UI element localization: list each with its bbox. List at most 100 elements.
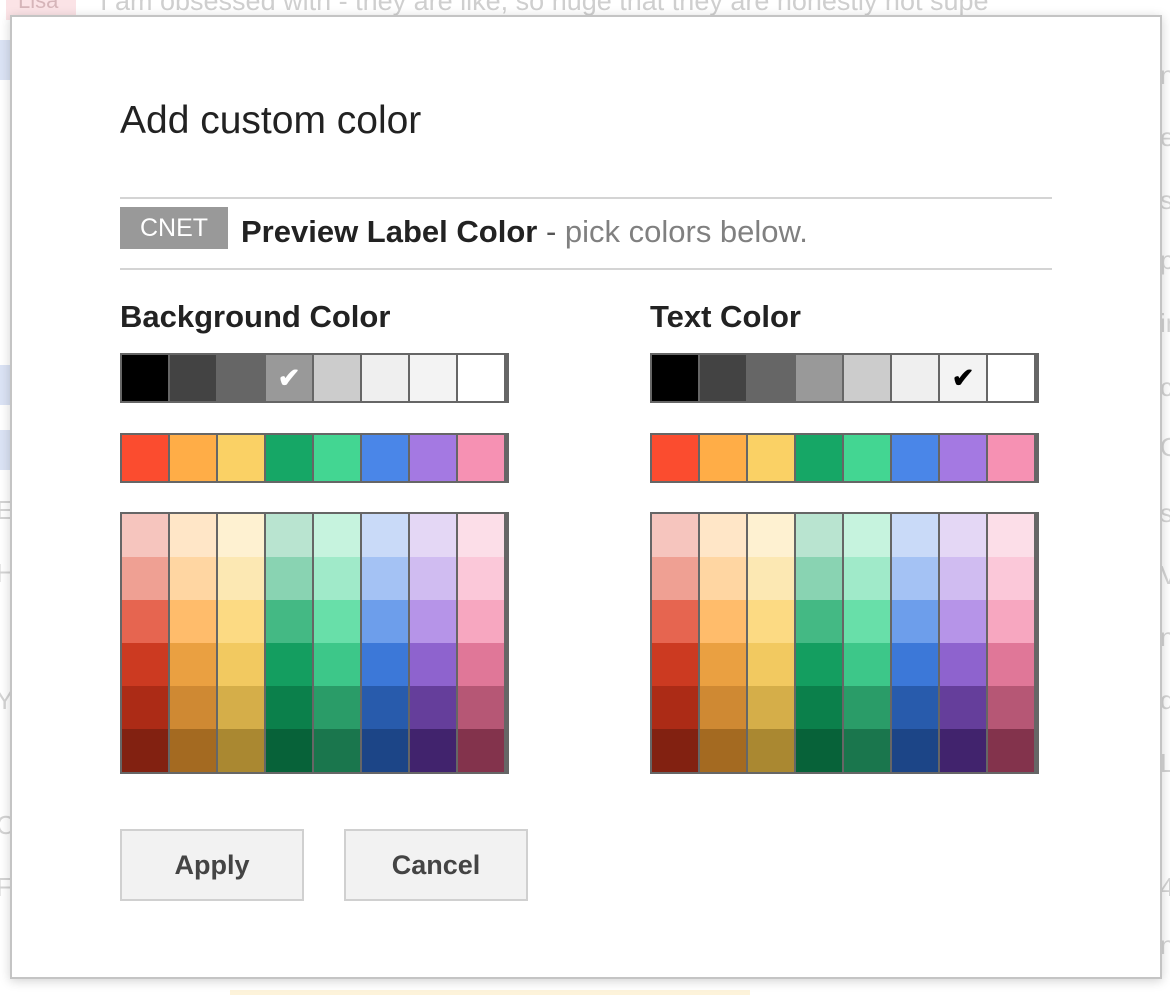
background-swatch-gray-3[interactable]	[218, 355, 264, 401]
text-swatch-tint-3-6[interactable]	[748, 729, 794, 772]
background-swatch-tint-5-1[interactable]	[314, 514, 360, 557]
background-swatch-gray-2[interactable]	[170, 355, 216, 401]
background-swatch-tint-2-4[interactable]	[170, 643, 216, 686]
text-swatch-tint-7-2[interactable]	[940, 557, 986, 600]
text-swatch-vivid-8[interactable]	[988, 435, 1034, 481]
background-swatch-tint-6-1[interactable]	[362, 514, 408, 557]
background-swatch-tint-2-1[interactable]	[170, 514, 216, 557]
background-swatch-tint-8-4[interactable]	[458, 643, 504, 686]
text-swatch-tint-2-2[interactable]	[700, 557, 746, 600]
background-swatch-gray-1[interactable]	[122, 355, 168, 401]
text-swatch-tint-8-6[interactable]	[988, 729, 1034, 772]
text-swatch-tint-6-2[interactable]	[892, 557, 938, 600]
text-swatch-tint-5-5[interactable]	[844, 686, 890, 729]
text-swatch-tint-4-5[interactable]	[796, 686, 842, 729]
text-swatch-tint-1-4[interactable]	[652, 643, 698, 686]
text-swatch-tint-8-3[interactable]	[988, 600, 1034, 643]
text-swatch-vivid-1[interactable]	[652, 435, 698, 481]
text-swatch-tint-7-5[interactable]	[940, 686, 986, 729]
background-swatch-tint-8-3[interactable]	[458, 600, 504, 643]
background-swatch-tint-1-3[interactable]	[122, 600, 168, 643]
background-swatch-tint-3-6[interactable]	[218, 729, 264, 772]
background-swatch-tint-5-4[interactable]	[314, 643, 360, 686]
background-swatch-tint-4-6[interactable]	[266, 729, 312, 772]
background-swatch-tint-3-3[interactable]	[218, 600, 264, 643]
background-swatch-tint-8-5[interactable]	[458, 686, 504, 729]
background-swatch-tint-8-6[interactable]	[458, 729, 504, 772]
text-swatch-gray-4[interactable]	[796, 355, 842, 401]
background-swatch-tint-2-5[interactable]	[170, 686, 216, 729]
text-swatch-tint-4-3[interactable]	[796, 600, 842, 643]
background-swatch-tint-5-5[interactable]	[314, 686, 360, 729]
text-swatch-tint-1-5[interactable]	[652, 686, 698, 729]
text-swatch-tint-2-1[interactable]	[700, 514, 746, 557]
text-swatch-tint-6-3[interactable]	[892, 600, 938, 643]
text-swatch-tint-7-1[interactable]	[940, 514, 986, 557]
background-swatch-tint-4-5[interactable]	[266, 686, 312, 729]
background-swatch-tint-6-3[interactable]	[362, 600, 408, 643]
text-swatch-tint-5-2[interactable]	[844, 557, 890, 600]
text-swatch-tint-2-3[interactable]	[700, 600, 746, 643]
background-swatch-tint-7-4[interactable]	[410, 643, 456, 686]
background-swatch-tint-8-2[interactable]	[458, 557, 504, 600]
background-swatch-tint-6-4[interactable]	[362, 643, 408, 686]
background-swatch-tint-4-2[interactable]	[266, 557, 312, 600]
background-swatch-gray-7[interactable]	[410, 355, 456, 401]
text-swatch-tint-1-3[interactable]	[652, 600, 698, 643]
text-swatch-tint-2-4[interactable]	[700, 643, 746, 686]
text-swatch-vivid-7[interactable]	[940, 435, 986, 481]
background-swatch-tint-5-6[interactable]	[314, 729, 360, 772]
text-swatch-tint-1-1[interactable]	[652, 514, 698, 557]
text-swatch-vivid-3[interactable]	[748, 435, 794, 481]
text-swatch-tint-7-3[interactable]	[940, 600, 986, 643]
text-swatch-tint-4-2[interactable]	[796, 557, 842, 600]
text-swatch-tint-6-5[interactable]	[892, 686, 938, 729]
text-swatch-gray-7[interactable]: ✔	[940, 355, 986, 401]
text-swatch-tint-8-1[interactable]	[988, 514, 1034, 557]
text-swatch-gray-8[interactable]	[988, 355, 1034, 401]
background-swatch-tint-4-3[interactable]	[266, 600, 312, 643]
text-swatch-vivid-2[interactable]	[700, 435, 746, 481]
background-swatch-tint-1-1[interactable]	[122, 514, 168, 557]
text-swatch-tint-3-4[interactable]	[748, 643, 794, 686]
background-swatch-tint-1-4[interactable]	[122, 643, 168, 686]
background-swatch-tint-7-2[interactable]	[410, 557, 456, 600]
background-swatch-tint-2-2[interactable]	[170, 557, 216, 600]
background-swatch-tint-5-3[interactable]	[314, 600, 360, 643]
text-swatch-tint-3-3[interactable]	[748, 600, 794, 643]
text-swatch-gray-5[interactable]	[844, 355, 890, 401]
text-swatch-tint-5-3[interactable]	[844, 600, 890, 643]
background-swatch-tint-3-4[interactable]	[218, 643, 264, 686]
text-swatch-tint-1-2[interactable]	[652, 557, 698, 600]
background-swatch-vivid-5[interactable]	[314, 435, 360, 481]
background-swatch-tint-3-2[interactable]	[218, 557, 264, 600]
background-swatch-tint-4-1[interactable]	[266, 514, 312, 557]
background-swatch-tint-6-2[interactable]	[362, 557, 408, 600]
background-swatch-gray-6[interactable]	[362, 355, 408, 401]
background-swatch-tint-8-1[interactable]	[458, 514, 504, 557]
text-swatch-tint-2-5[interactable]	[700, 686, 746, 729]
background-swatch-gray-8[interactable]	[458, 355, 504, 401]
background-swatch-gray-5[interactable]	[314, 355, 360, 401]
background-swatch-tint-7-6[interactable]	[410, 729, 456, 772]
apply-button[interactable]: Apply	[120, 829, 304, 901]
background-swatch-tint-2-3[interactable]	[170, 600, 216, 643]
background-swatch-tint-7-1[interactable]	[410, 514, 456, 557]
text-swatch-tint-6-4[interactable]	[892, 643, 938, 686]
background-swatch-tint-6-6[interactable]	[362, 729, 408, 772]
background-swatch-tint-4-4[interactable]	[266, 643, 312, 686]
text-swatch-tint-7-4[interactable]	[940, 643, 986, 686]
background-swatch-gray-4[interactable]: ✔	[266, 355, 312, 401]
text-swatch-tint-3-5[interactable]	[748, 686, 794, 729]
text-swatch-tint-6-1[interactable]	[892, 514, 938, 557]
background-swatch-tint-3-1[interactable]	[218, 514, 264, 557]
text-swatch-tint-5-6[interactable]	[844, 729, 890, 772]
text-swatch-tint-4-1[interactable]	[796, 514, 842, 557]
background-swatch-vivid-6[interactable]	[362, 435, 408, 481]
text-swatch-gray-3[interactable]	[748, 355, 794, 401]
text-swatch-tint-6-6[interactable]	[892, 729, 938, 772]
text-swatch-tint-4-6[interactable]	[796, 729, 842, 772]
background-swatch-tint-5-2[interactable]	[314, 557, 360, 600]
background-swatch-tint-7-3[interactable]	[410, 600, 456, 643]
text-swatch-vivid-4[interactable]	[796, 435, 842, 481]
